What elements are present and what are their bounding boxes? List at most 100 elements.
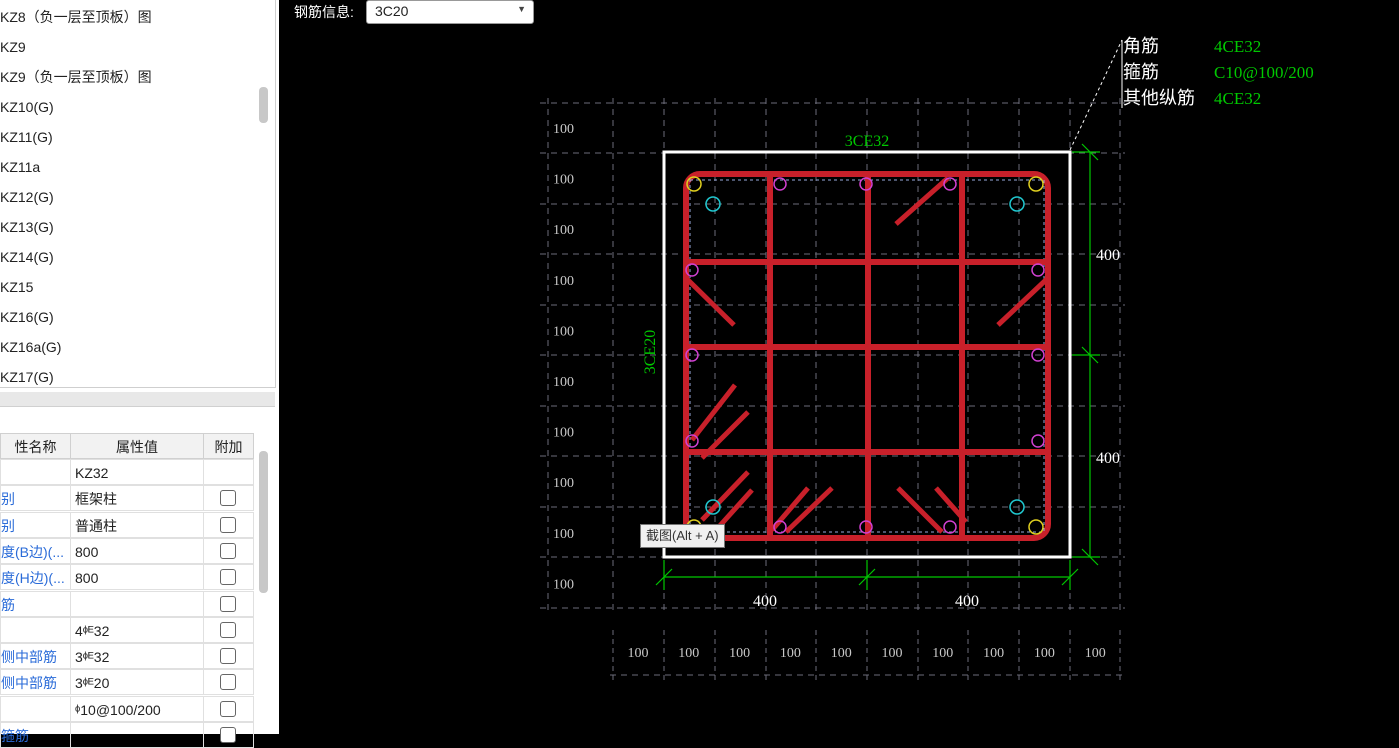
grid-label-bottom: 100: [1085, 646, 1106, 661]
grid-label-bottom: 100: [932, 646, 953, 661]
extra-checkbox[interactable]: [220, 569, 236, 586]
component-list-item[interactable]: KZ8（负一层至顶板）图: [0, 2, 152, 32]
rebar-layout: [683, 171, 1051, 541]
property-value[interactable]: 800: [70, 537, 204, 564]
grid-label-left: 100: [553, 577, 574, 592]
property-name: 筋: [0, 590, 71, 617]
bottom-dim-left: 400: [753, 593, 777, 610]
property-value[interactable]: 4ᶲᴱ32: [70, 616, 204, 643]
grid-label-left: 100: [553, 223, 574, 238]
extra-checkbox[interactable]: [220, 542, 236, 559]
component-list-item[interactable]: KZ13(G): [0, 212, 54, 242]
property-value[interactable]: [70, 590, 204, 617]
right-dim-lower: 400: [1096, 450, 1120, 467]
component-list-scrollbar[interactable]: [259, 87, 268, 123]
tie-hook: [996, 276, 1050, 327]
grid-label-bottom: 100: [628, 646, 649, 661]
property-name: 侧中部筋: [0, 669, 71, 696]
extra-checkbox[interactable]: [220, 700, 236, 717]
legend-value-corner: 4CE32: [1214, 37, 1261, 56]
component-list-item[interactable]: KZ16(G): [0, 302, 54, 332]
component-list-item[interactable]: KZ11(G): [0, 122, 53, 152]
grid-labels: 100 100 100 100 100 100 100 100 100 100 100 100 100 1…: [553, 122, 1106, 661]
grid-lines: [540, 98, 1125, 682]
legend-label-corner: 角筋: [1123, 36, 1159, 56]
grid-label-bottom: 100: [678, 646, 699, 661]
property-name: 度(B边)(...: [0, 537, 71, 564]
legend-label-other: 其他纵筋: [1123, 88, 1195, 108]
column-header-value[interactable]: 属性值: [70, 433, 204, 459]
component-list-item[interactable]: KZ11a: [0, 152, 40, 182]
grid-label-left: 100: [553, 375, 574, 390]
middle-bar: [943, 520, 957, 534]
tie-hook: [770, 486, 810, 532]
component-list-item[interactable]: KZ14(G): [0, 242, 54, 272]
extra-checkbox[interactable]: [220, 621, 236, 638]
property-value[interactable]: 3ᶲᴱ20: [70, 669, 204, 696]
component-list-item[interactable]: KZ17(G): [0, 362, 54, 387]
extra-checkbox[interactable]: [220, 674, 236, 691]
property-extra-cell: [203, 459, 254, 485]
grid-label-bottom: 100: [882, 646, 903, 661]
property-value[interactable]: 普通柱: [70, 511, 204, 538]
column-header-name[interactable]: 性名称: [0, 433, 71, 459]
top-rebar-label: 3CE32: [845, 133, 889, 150]
side-rebar-label: 3CE20: [642, 330, 659, 374]
legend-value-other: 4CE32: [1214, 89, 1261, 108]
right-dim-upper: 400: [1096, 247, 1120, 264]
property-name: [0, 616, 71, 643]
grid-label-bottom: 100: [780, 646, 801, 661]
middle-bar: [1031, 434, 1045, 448]
property-name: [0, 459, 71, 485]
column-section-drawing[interactable]: 100 100 100 100 100 100 100 100 100 100 100 100 100 1…: [279, 0, 1399, 734]
grid-label-left: 100: [553, 476, 574, 491]
property-value[interactable]: [70, 722, 204, 748]
screenshot-tooltip: 截图(Alt + A): [640, 524, 725, 548]
extra-checkbox[interactable]: [220, 648, 236, 665]
component-list-item[interactable]: KZ16a(G): [0, 332, 61, 362]
component-list-item[interactable]: KZ12(G): [0, 182, 54, 212]
properties-panel-header: [0, 392, 275, 407]
tie-hook: [896, 486, 944, 534]
component-list-item[interactable]: KZ15: [0, 272, 33, 302]
component-list-item[interactable]: KZ9: [0, 32, 26, 62]
component-list-item[interactable]: KZ9（负一层至顶板）图: [0, 62, 152, 92]
property-name: 别: [0, 511, 71, 538]
tie-hook: [894, 176, 950, 226]
grid-label-left: 100: [553, 426, 574, 441]
property-value[interactable]: 3ᶲᴱ32: [70, 643, 204, 670]
legend-leader-line: [1069, 39, 1123, 151]
property-name: 别: [0, 485, 71, 512]
bottom-dim-right: 400: [955, 593, 979, 610]
property-value[interactable]: 800: [70, 564, 204, 591]
left-panel: KZ8（负一层至顶板）图 KZ9 KZ9（负一层至顶板）图 KZ10(G) KZ11(G…: [0, 0, 279, 748]
grid-label-bottom: 100: [729, 646, 750, 661]
extra-checkbox[interactable]: [220, 595, 236, 612]
property-name: [0, 695, 71, 722]
legend-value-stirrup: C10@100/200: [1214, 63, 1314, 82]
property-value[interactable]: ᶲ10@100/200: [70, 695, 204, 722]
grid-label-left: 100: [553, 324, 574, 339]
extra-checkbox[interactable]: [220, 727, 236, 743]
component-list-item[interactable]: KZ10(G): [0, 92, 54, 122]
corner-bar: [1028, 176, 1044, 192]
property-name: 度(H边)(...: [0, 564, 71, 591]
property-name: 箍筋: [0, 722, 71, 748]
grid-label-left: 100: [553, 173, 574, 188]
column-header-extra[interactable]: 附加: [203, 433, 254, 459]
tie-hook: [784, 486, 834, 534]
property-value[interactable]: KZ32: [70, 459, 204, 485]
component-list: KZ8（负一层至顶板）图 KZ9 KZ9（负一层至顶板）图 KZ10(G) KZ11(G…: [0, 0, 276, 388]
grid-label-left: 100: [553, 274, 574, 289]
property-value[interactable]: 框架柱: [70, 485, 204, 512]
grid-label-left: 100: [553, 122, 574, 137]
grid-label-bottom: 100: [831, 646, 852, 661]
grid-label-left: 100: [553, 527, 574, 542]
tie-hook: [684, 276, 736, 327]
middle-bar: [1031, 263, 1045, 277]
properties-scrollbar[interactable]: [259, 451, 268, 593]
extra-checkbox[interactable]: [220, 490, 236, 507]
property-name: 侧中部筋: [0, 643, 71, 670]
extra-checkbox[interactable]: [220, 516, 236, 533]
grid-label-bottom: 100: [983, 646, 1004, 661]
